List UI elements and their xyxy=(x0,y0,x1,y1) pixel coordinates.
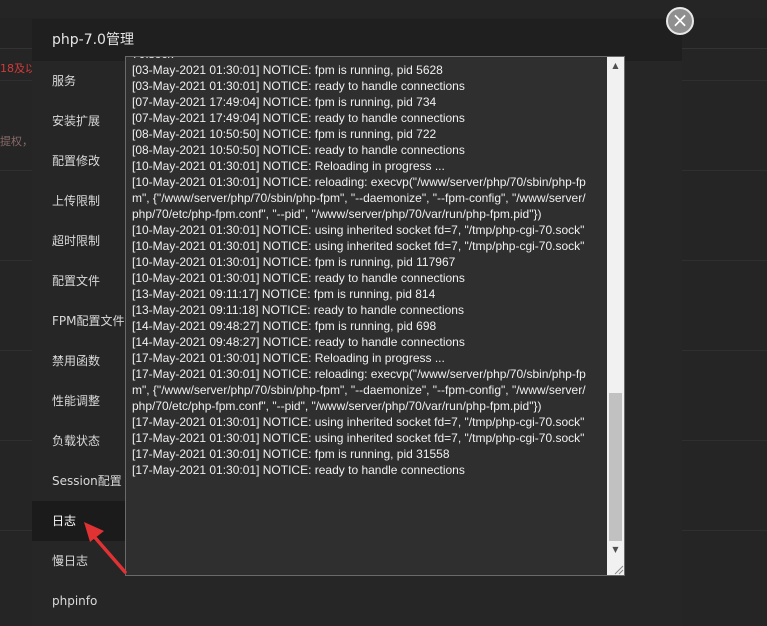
log-line: [10-May-2021 01:30:01] NOTICE: Reloading… xyxy=(132,159,445,173)
background-text-1: 18及以 xyxy=(0,62,36,75)
log-line: [14-May-2021 09:48:27] NOTICE: fpm is ru… xyxy=(132,319,437,333)
log-line: [08-May-2021 10:50:50] NOTICE: fpm is ru… xyxy=(132,127,437,141)
vertical-scrollbar[interactable]: ▲ ▼ xyxy=(607,57,624,575)
modal-title: php-7.0管理 xyxy=(32,19,682,61)
sidebar-item[interactable]: phpinfo xyxy=(32,581,142,621)
log-line: [17-May-2021 01:30:01] NOTICE: using inh… xyxy=(132,431,585,445)
log-line: [07-May-2021 17:49:04] NOTICE: ready to … xyxy=(132,111,465,125)
log-line: [03-May-2021 01:30:01] NOTICE: ready to … xyxy=(132,79,465,93)
scrollbar-thumb[interactable] xyxy=(609,393,622,541)
log-line: [13-May-2021 09:11:18] NOTICE: ready to … xyxy=(132,303,464,317)
resize-grip-icon[interactable] xyxy=(610,561,624,575)
close-button[interactable]: × xyxy=(666,7,694,35)
log-content: 70.sock"[03-May-2021 01:30:01] NOTICE: f… xyxy=(132,57,590,478)
log-line: [17-May-2021 01:30:01] NOTICE: reloading… xyxy=(132,367,586,413)
chevron-down-icon[interactable]: ▼ xyxy=(607,541,624,558)
log-line: [17-May-2021 01:30:01] NOTICE: ready to … xyxy=(132,463,465,477)
log-line: [10-May-2021 01:30:01] NOTICE: reloading… xyxy=(132,175,586,221)
log-line: [03-May-2021 01:30:01] NOTICE: fpm is ru… xyxy=(132,63,443,77)
log-line: [13-May-2021 09:11:17] NOTICE: fpm is ru… xyxy=(132,287,436,301)
log-line: [10-May-2021 01:30:01] NOTICE: fpm is ru… xyxy=(132,255,456,269)
log-line: [17-May-2021 01:30:01] NOTICE: using inh… xyxy=(132,415,585,429)
log-line: [17-May-2021 01:30:01] NOTICE: fpm is ru… xyxy=(132,447,450,461)
arrow-annotation-icon xyxy=(84,522,127,574)
log-line: [17-May-2021 01:30:01] NOTICE: Reloading… xyxy=(132,351,445,365)
log-line: [10-May-2021 01:30:01] NOTICE: using inh… xyxy=(132,223,585,237)
chevron-up-icon[interactable]: ▲ xyxy=(607,57,624,74)
log-line: [14-May-2021 09:48:27] NOTICE: ready to … xyxy=(132,335,465,349)
log-line: [10-May-2021 01:30:01] NOTICE: ready to … xyxy=(132,271,465,285)
log-textarea[interactable]: 70.sock"[03-May-2021 01:30:01] NOTICE: f… xyxy=(125,56,625,576)
background-text-2: 提权， xyxy=(0,135,33,148)
log-line: [07-May-2021 17:49:04] NOTICE: fpm is ru… xyxy=(132,95,437,109)
log-line: [10-May-2021 01:30:01] NOTICE: using inh… xyxy=(132,239,585,253)
log-line: [08-May-2021 10:50:50] NOTICE: ready to … xyxy=(132,143,465,157)
